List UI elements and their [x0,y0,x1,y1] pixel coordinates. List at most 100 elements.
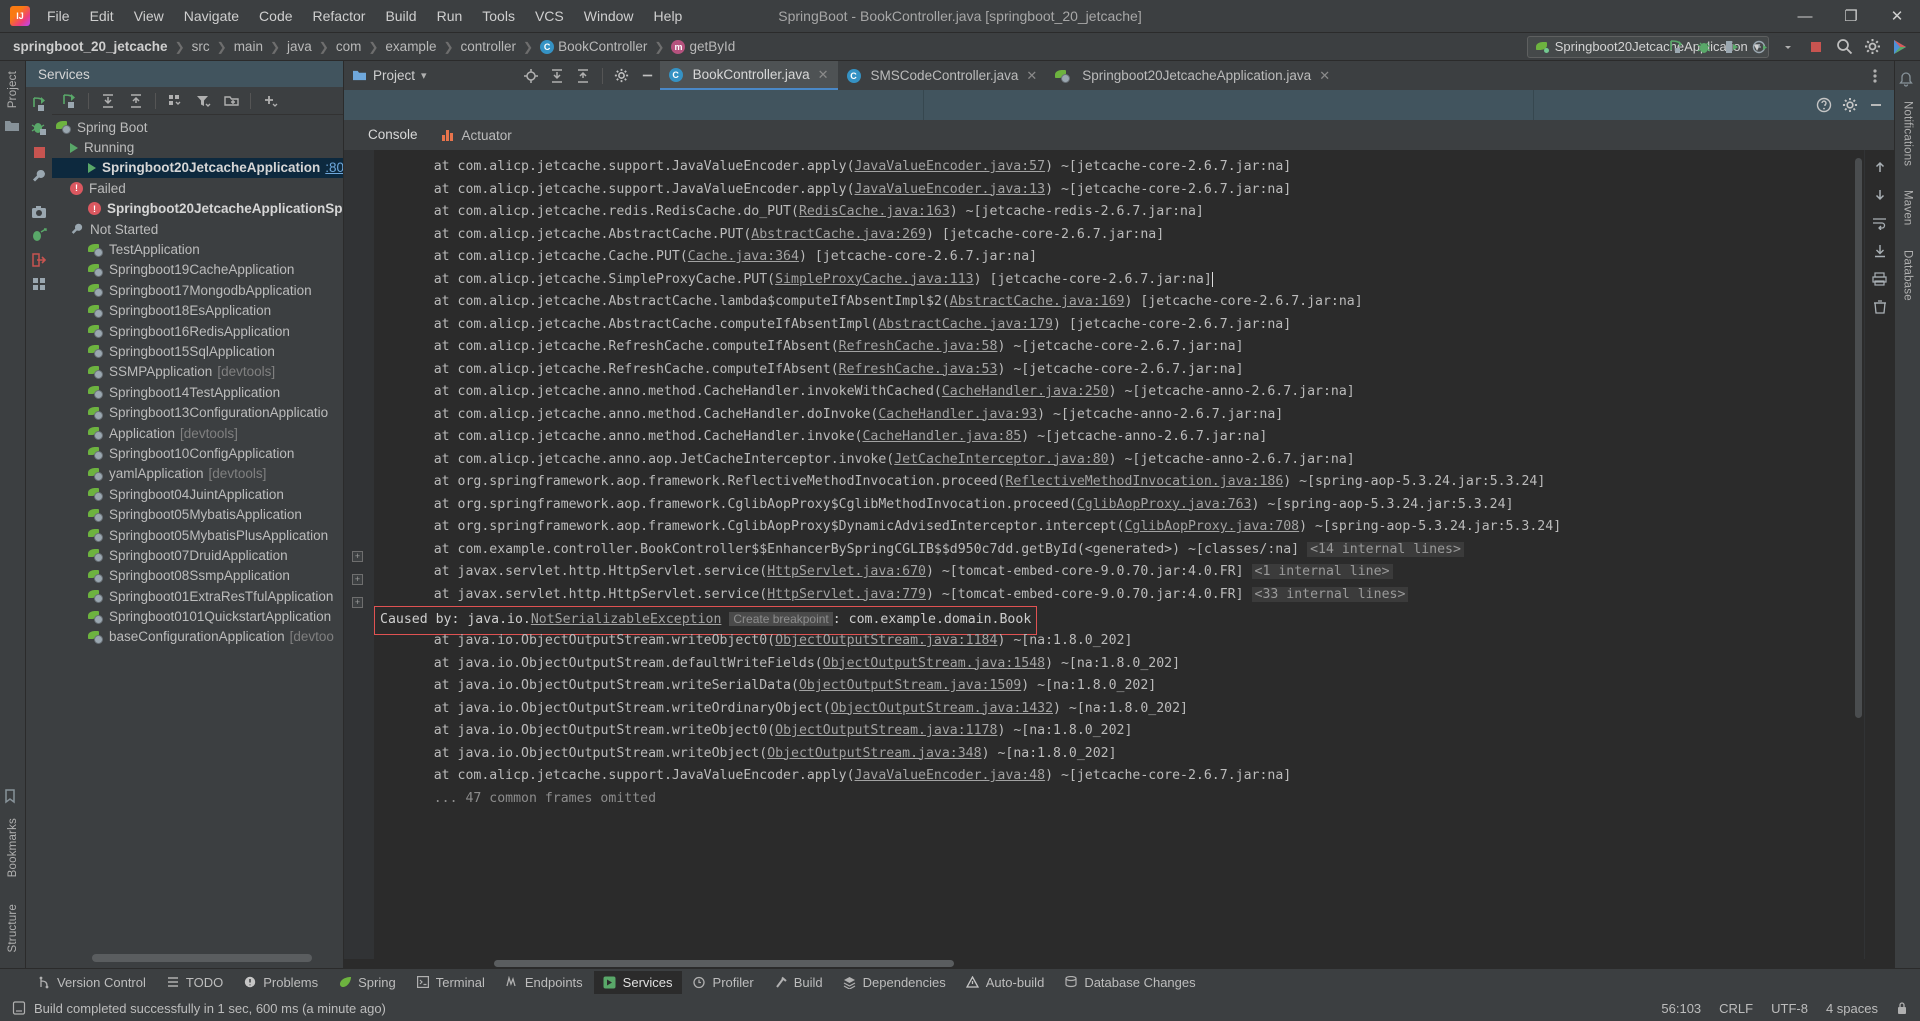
rail-maven-label[interactable]: Maven [1902,184,1914,232]
hide-icon[interactable] [636,64,660,88]
console-line[interactable]: at java.io.ObjectOutputStream.writeObjec… [374,720,1864,743]
print-icon[interactable] [1871,270,1889,288]
tab-actuator[interactable]: Actuator [432,124,522,147]
console-line[interactable]: at com.alicp.jetcache.AbstractCache.comp… [374,314,1864,337]
menu-build[interactable]: Build [376,4,425,28]
bottom-tab-services[interactable]: Services [593,970,682,994]
bottom-tab-endpoints[interactable]: Endpoints [496,971,592,994]
stack-link[interactable]: CacheHandler.java:250 [942,384,1109,399]
exception-name[interactable]: NotSerializableException [531,612,722,627]
console-line[interactable]: at java.io.ObjectOutputStream.writeObjec… [374,743,1864,766]
scroll-up-icon[interactable] [1871,158,1889,176]
rail-bookmarks-label[interactable]: Bookmarks [7,812,19,883]
editor-tab-bookcontroller[interactable]: C BookController.java ✕ [659,61,838,90]
add-icon[interactable] [257,89,283,113]
console-vertical-scrollbar[interactable] [1855,158,1862,718]
locate-icon[interactable] [519,64,543,88]
tree-node-springboot07druidapplication[interactable]: Springboot07DruidApplication [52,545,343,565]
search-icon[interactable] [1832,36,1856,58]
console-line[interactable]: at com.example.controller.BookController… [374,539,1864,562]
console-line[interactable]: at com.alicp.jetcache.support.JavaValueE… [374,156,1864,179]
stack-link[interactable]: JavaValueEncoder.java:48 [855,768,1046,783]
tree-node-application[interactable]: Application [devtools] [52,423,343,443]
tree-node-running[interactable]: Running [52,137,343,157]
indent-setting[interactable]: 4 spaces [1826,1001,1878,1016]
console-line[interactable]: at java.io.ObjectOutputStream.defaultWri… [374,653,1864,676]
rail-database-label[interactable]: Database [1902,244,1914,307]
breadcrumb-src[interactable]: src [189,37,213,56]
menu-vcs[interactable]: VCS [526,4,573,28]
run-config-selector[interactable]: Springboot20JetcacheApplication ▾ [1526,35,1770,58]
tree-node-ssmpapplication[interactable]: SSMPApplication [devtools] [52,362,343,382]
expand-all-icon[interactable] [545,64,569,88]
scroll-down-icon[interactable] [1871,186,1889,204]
tree-node-springboot05mybatisapplication[interactable]: Springboot05MybatisApplication [52,504,343,524]
editor-tab-smscodecontroller[interactable]: C SMSCodeController.java ✕ [838,61,1047,90]
close-icon[interactable]: ✕ [1319,68,1330,84]
console-line[interactable]: at com.alicp.jetcache.anno.method.CacheH… [374,426,1864,449]
breadcrumb-method[interactable]: m getById [668,37,738,56]
bottom-tab-version-control[interactable]: Version Control [28,971,155,994]
menu-run[interactable]: Run [428,4,472,28]
stack-link[interactable]: ObjectOutputStream.java:1509 [799,678,1021,693]
settings-gear-icon[interactable] [1842,97,1858,113]
console-line[interactable]: at com.alicp.jetcache.RefreshCache.compu… [374,359,1864,382]
soft-wrap-icon[interactable] [1871,214,1889,232]
tree-node-failed[interactable]: Failed [52,178,343,198]
stop-service-icon[interactable] [29,141,49,163]
console-caused-by-row[interactable]: Caused by: java.io.NotSerializableExcept… [374,606,1864,635]
settings-gear-icon[interactable] [1860,36,1884,58]
stack-link[interactable]: CacheHandler.java:93 [878,407,1037,422]
hide-icon[interactable] [1868,97,1884,113]
settings-wrench-icon[interactable] [29,165,49,187]
rail-notifications-label[interactable]: Notifications [1902,95,1914,172]
stack-link[interactable]: ObjectOutputStream.java:348 [767,746,981,761]
tree-node-not-started[interactable]: Not Started [52,219,343,239]
tree-node-baseconfigurationapplication[interactable]: baseConfigurationApplication [devtoo [52,627,343,647]
console-line[interactable]: at com.alicp.jetcache.anno.aop.JetCacheI… [374,449,1864,472]
tree-node-springboot17mongodbapplication[interactable]: Springboot17MongodbApplication [52,280,343,300]
bottom-tab-todo[interactable]: TODO [157,971,232,994]
console-line[interactable]: at com.alicp.jetcache.SimpleProxyCache.P… [374,269,1864,292]
console-line[interactable]: at java.io.ObjectOutputStream.writeObjec… [374,630,1864,653]
add-tab-icon[interactable] [218,89,244,113]
more-options-icon[interactable] [1864,65,1886,87]
create-breakpoint-hint[interactable]: Create breakpoint [729,612,833,626]
bottom-tab-auto-build[interactable]: Auto-build [957,971,1054,994]
screenshot-camera-icon[interactable] [29,201,49,223]
stack-link[interactable]: AbstractCache.java:179 [878,317,1053,332]
clear-all-icon[interactable] [1871,298,1889,316]
rerun-icon[interactable] [56,89,82,113]
fold-marker-icon[interactable]: + [352,551,363,562]
line-separator[interactable]: CRLF [1719,1001,1753,1016]
console-line[interactable]: at com.alicp.jetcache.anno.method.CacheH… [374,381,1864,404]
bottom-tab-build[interactable]: Build [765,971,832,994]
notifications-bell-icon[interactable] [1898,72,1917,90]
menu-file[interactable]: File [38,4,79,28]
console-output[interactable]: at com.alicp.jetcache.support.JavaValueE… [374,150,1864,959]
breadcrumb-com[interactable]: com [333,37,365,56]
filter-icon[interactable] [190,89,216,113]
internal-lines-badge[interactable]: <14 internal lines> [1307,541,1464,557]
tree-node-springboot13configurationapplication[interactable]: Springboot13ConfigurationApplicatio [52,402,343,422]
file-encoding[interactable]: UTF-8 [1771,1001,1808,1016]
stack-link[interactable]: CacheHandler.java:85 [862,429,1021,444]
menu-edit[interactable]: Edit [81,4,123,28]
bottom-tab-database-changes[interactable]: Database Changes [1055,971,1204,994]
breadcrumb-main[interactable]: main [231,37,266,56]
stack-link[interactable]: HttpServlet.java:779 [767,587,926,602]
scroll-to-end-icon[interactable] [1871,242,1889,260]
bottom-tab-profiler[interactable]: Profiler [684,971,763,994]
menu-navigate[interactable]: Navigate [175,4,248,28]
menu-refactor[interactable]: Refactor [304,4,375,28]
tree-node-springboot08ssmpapplication[interactable]: Springboot08SsmpApplication [52,566,343,586]
console-line[interactable]: at org.springframework.aop.framework.Cgl… [374,516,1864,539]
bottom-tab-dependencies[interactable]: Dependencies [834,971,955,994]
menu-help[interactable]: Help [645,4,692,28]
editor-tab-springboot20jetcacheapplication[interactable]: Springboot20JetcacheApplication.java ✕ [1046,61,1339,90]
console-line[interactable]: at com.alicp.jetcache.Cache.PUT(Cache.ja… [374,246,1864,269]
console-line[interactable]: at com.alicp.jetcache.AbstractCache.PUT(… [374,224,1864,247]
stack-link[interactable]: ObjectOutputStream.java:1178 [775,723,997,738]
console-line[interactable]: at com.alicp.jetcache.redis.RedisCache.d… [374,201,1864,224]
chevron-down-icon[interactable] [1776,36,1800,58]
